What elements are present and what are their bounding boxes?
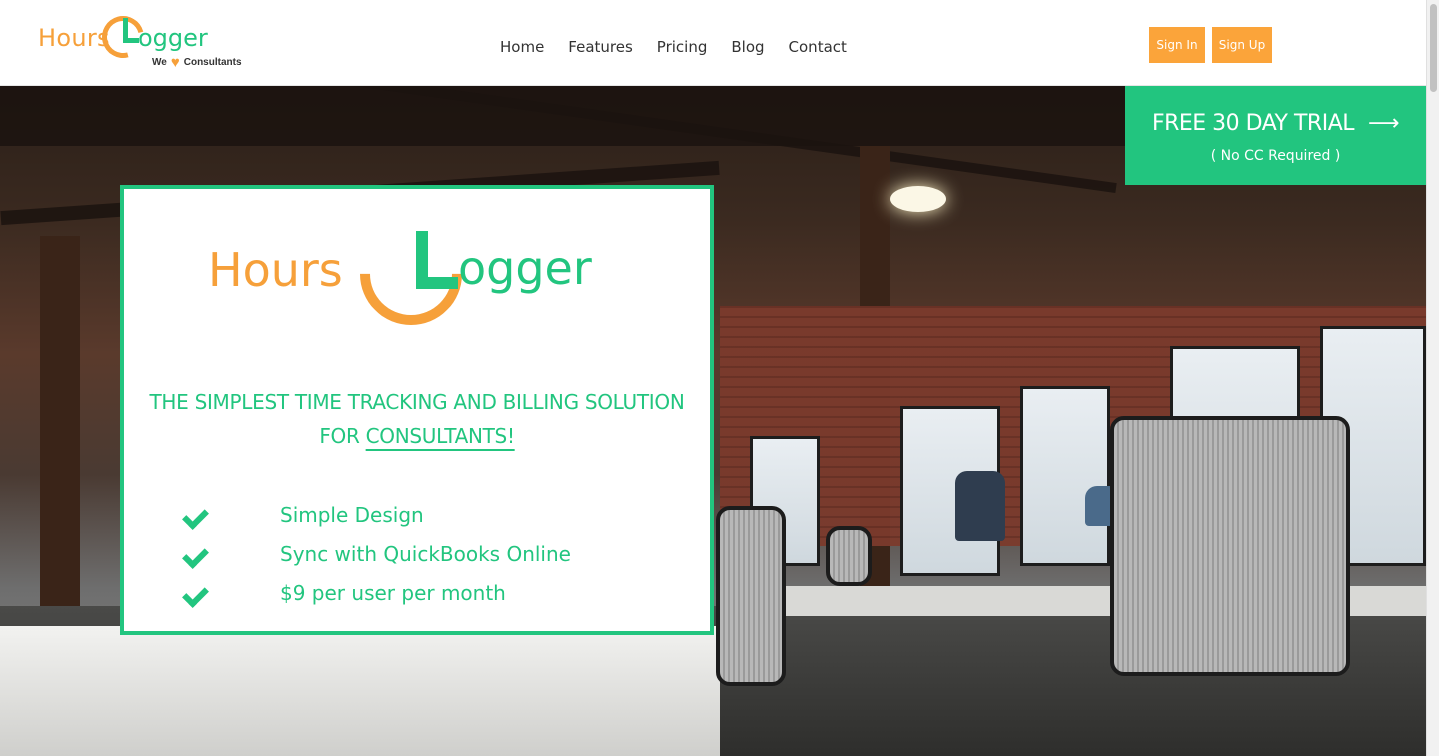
page-scrollbar[interactable]	[1426, 0, 1439, 756]
ceiling-lamp	[890, 186, 946, 212]
logo-letter-l-base	[123, 38, 139, 43]
headline-line-1: THE SIMPLEST TIME TRACKING AND BILLING S…	[149, 390, 685, 414]
scrollbar-thumb[interactable]	[1430, 4, 1437, 92]
feature-text: $9 per user per month	[280, 580, 506, 605]
trial-title: FREE 30 DAY TRIAL ⟶	[1125, 111, 1426, 136]
hero-logo-logger: ogger	[458, 241, 592, 295]
hero-logo-letter-l-base	[416, 277, 458, 289]
nav-contact[interactable]: Contact	[789, 38, 847, 56]
sign-up-button[interactable]: Sign Up	[1212, 27, 1272, 63]
free-trial-banner[interactable]: FREE 30 DAY TRIAL ⟶ ( No CC Required )	[1125, 86, 1426, 185]
checkmark-icon	[184, 502, 210, 528]
tagline-right: Consultants	[183, 57, 242, 68]
nav-pricing[interactable]: Pricing	[657, 38, 708, 56]
logo-word-logger: ogger	[138, 24, 208, 52]
headline-emphasis: CONSULTANTS!	[365, 424, 515, 448]
checkmark-icon	[184, 580, 210, 606]
hero-logo-hours: Hours	[208, 243, 343, 297]
feature-text: Simple Design	[280, 502, 424, 527]
list-item: Sync with QuickBooks Online	[184, 534, 571, 573]
hero-logo: Hours ogger	[208, 201, 638, 347]
feature-text: Sync with QuickBooks Online	[280, 541, 571, 566]
nav-blog[interactable]: Blog	[731, 38, 764, 56]
trial-subtitle: ( No CC Required )	[1210, 148, 1341, 164]
arrow-right-icon: ⟶	[1368, 111, 1400, 136]
brand-logo[interactable]: Hours ogger We ♥ Consultants	[36, 8, 266, 72]
headline-prefix: FOR	[319, 424, 366, 448]
list-item: Simple Design	[184, 495, 571, 534]
brand-tagline: We ♥ Consultants	[152, 54, 242, 71]
headline-line-2: FOR CONSULTANTS!	[124, 419, 710, 453]
tagline-left: We	[152, 57, 167, 68]
feature-list: Simple Design Sync with QuickBooks Onlin…	[184, 495, 571, 612]
checkmark-icon	[184, 541, 210, 567]
trial-title-text: FREE 30 DAY TRIAL	[1151, 111, 1355, 136]
heart-icon: ♥	[170, 54, 180, 71]
nav-features[interactable]: Features	[568, 38, 633, 56]
logo-word-hours: Hours	[38, 24, 110, 52]
sign-in-button[interactable]: Sign In	[1149, 27, 1205, 63]
hero-info-card: Hours ogger THE SIMPLEST TIME TRACKING A…	[120, 185, 714, 635]
main-nav: Home Features Pricing Blog Contact	[500, 38, 847, 56]
site-header: Hours ogger We ♥ Consultants Home Features…	[0, 0, 1426, 86]
list-item: $9 per user per month	[184, 573, 571, 612]
hero-headline: THE SIMPLEST TIME TRACKING AND BILLING S…	[124, 385, 710, 453]
nav-home[interactable]: Home	[500, 38, 544, 56]
